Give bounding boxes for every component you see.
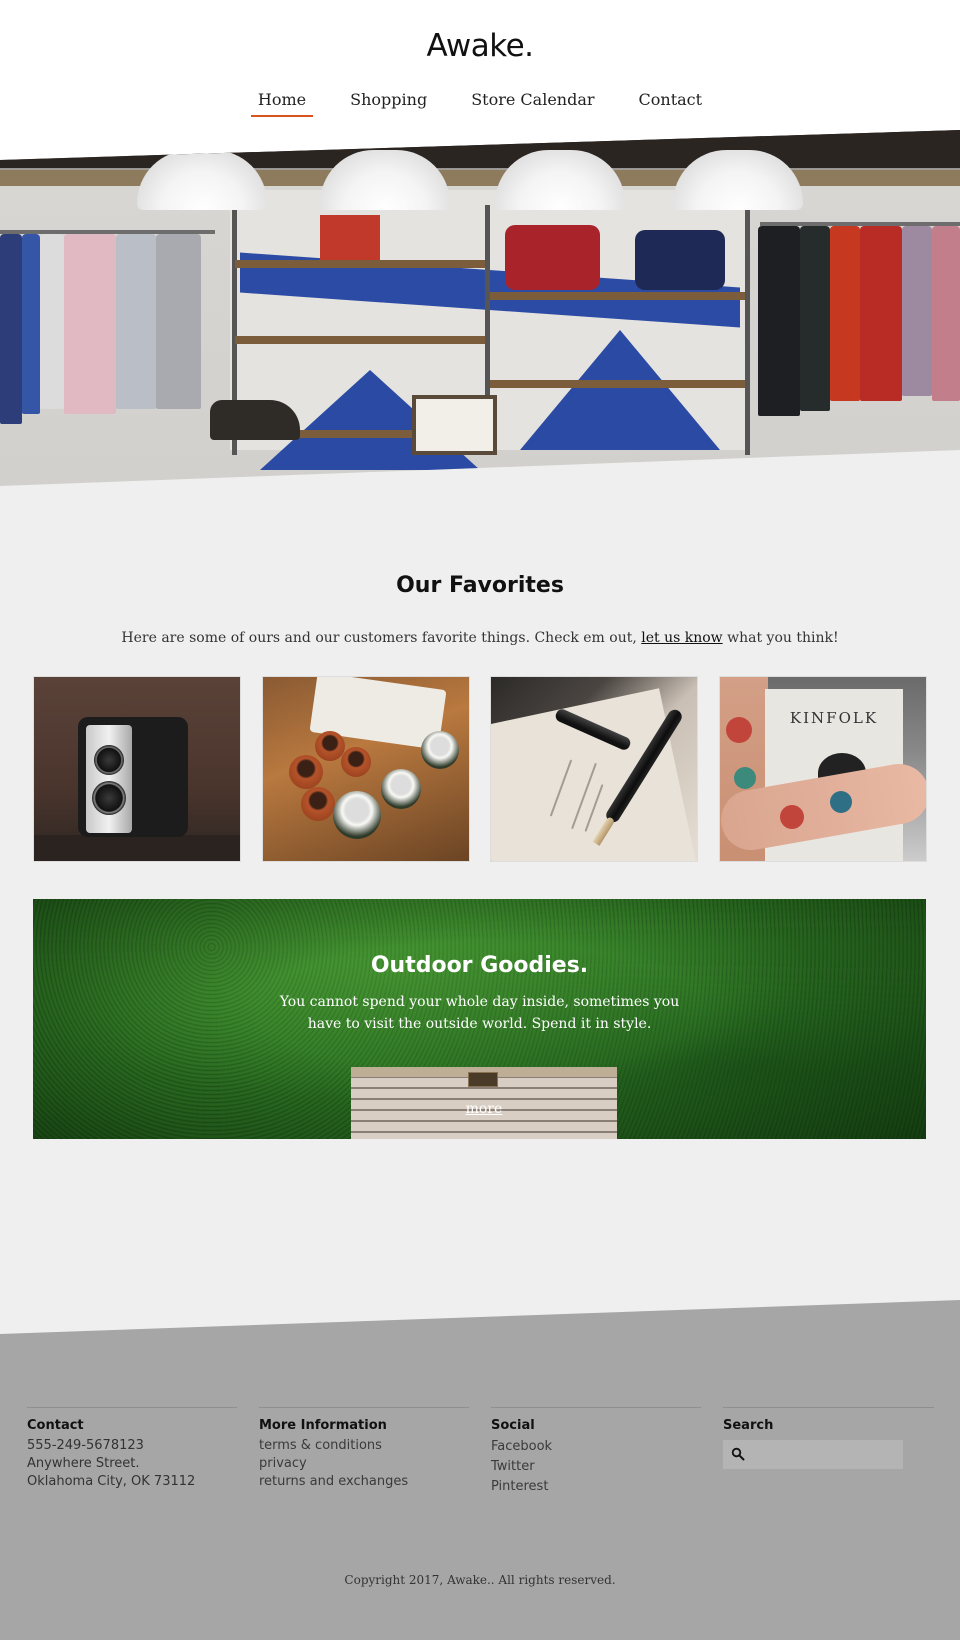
red-bag [505,225,600,290]
twitter-link[interactable]: Twitter [491,1457,701,1477]
garment [64,234,116,414]
facebook-link[interactable]: Facebook [491,1437,701,1457]
garment [40,234,64,409]
mug [341,747,371,777]
favorite-thumb-mugs[interactable] [262,676,470,862]
camera-lens [94,745,124,775]
shelf [490,380,745,388]
tattoo [734,767,756,789]
footer-more-info-heading: More Information [259,1418,387,1433]
shelf-post [745,205,750,455]
terms-link[interactable]: terms & conditions [259,1437,469,1455]
garment [22,234,40,414]
camera-face [86,725,132,833]
contact-city: Oklahoma City, OK 73112 [27,1474,196,1489]
banner-title: Outdoor Goodies. [370,953,589,978]
hero-image [0,130,960,486]
mug [333,791,381,839]
more-link[interactable]: more [459,1101,509,1117]
tattoo [726,717,752,743]
garment [932,226,960,401]
banner-text: You cannot spend your whole day inside, … [279,994,680,1032]
footer-search-heading: Search [723,1418,774,1433]
mug [381,769,421,809]
mug [301,787,335,821]
contact-street: Anywhere Street. [27,1456,140,1471]
outdoor-banner: Outdoor Goodies. You cannot spend your w… [33,899,926,1139]
search-icon[interactable] [731,1447,745,1461]
garment [860,226,902,401]
favorite-thumb-camera[interactable] [33,676,241,862]
garment [758,226,800,416]
garment [156,234,201,409]
thumb-table [34,835,240,861]
favorites-intro-text: Here are some of ours and our customers … [121,630,642,646]
returns-link[interactable]: returns and exchanges [259,1473,469,1491]
site-logo[interactable]: Awake. [0,28,960,64]
garment [0,234,22,424]
tattoo [780,805,804,829]
mug [421,731,459,769]
hero-blue-triangle [520,330,720,450]
navy-bag [635,230,725,290]
boot [210,400,300,440]
tattoo [830,791,852,813]
favorites-title: Our Favorites [396,573,564,598]
let-us-know-link[interactable]: let us know [641,630,722,646]
mug [289,755,323,789]
footer-contact-heading: Contact [27,1418,84,1433]
mug [315,731,345,761]
garment [830,226,860,401]
footer-more-info: More Information terms & conditions priv… [259,1407,469,1491]
favorite-thumb-magazine[interactable]: KINFOLK [719,676,927,862]
camera-lens [92,781,126,815]
footer-social: Social Facebook Twitter Pinterest [491,1407,701,1497]
garment [800,226,830,411]
nav-store-calendar[interactable]: Store Calendar [464,88,601,117]
nav-contact[interactable]: Contact [632,88,710,117]
magazine-title: KINFOLK [789,709,879,727]
pinterest-link[interactable]: Pinterest [491,1477,701,1497]
framed-picture [412,395,497,455]
footer-social-heading: Social [491,1418,535,1433]
shelf [490,292,745,300]
garment [902,226,932,396]
favorite-thumb-pen[interactable] [490,676,698,862]
footer-contact: Contact 555-249-5678123 Anywhere Street.… [27,1407,237,1491]
main-nav: Home Shopping Store Calendar Contact [0,88,960,117]
nav-home[interactable]: Home [250,88,314,117]
copyright: Copyright 2017, Awake.. All rights reser… [344,1573,616,1587]
letter-m-sign [320,215,380,260]
bench-plaque [468,1072,498,1087]
garment [116,234,156,409]
nav-shopping[interactable]: Shopping [343,88,434,117]
search-input[interactable] [751,1444,899,1466]
footer-search: Search [723,1407,934,1437]
privacy-link[interactable]: privacy [259,1455,469,1473]
shelf [235,260,485,268]
favorites-intro-text-end: what you think! [722,630,839,646]
contact-phone: 555-249-5678123 [27,1438,144,1453]
favorites-intro: Here are some of ours and our customers … [0,630,960,646]
shelf [235,336,485,344]
